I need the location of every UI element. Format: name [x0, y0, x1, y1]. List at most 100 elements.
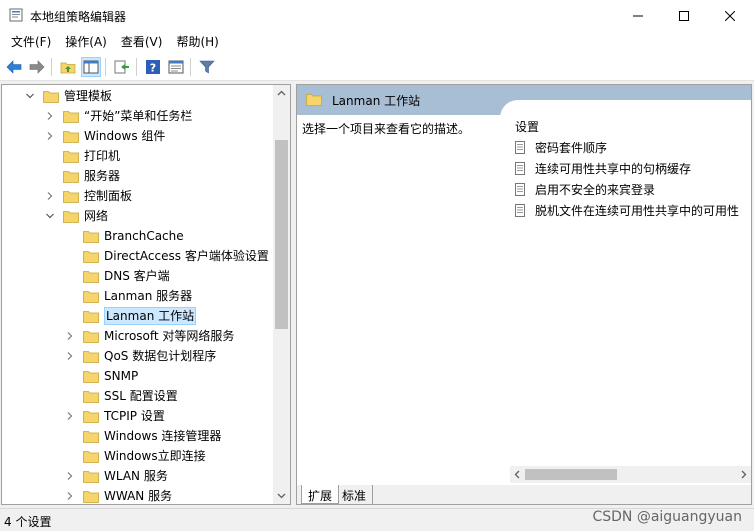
folder-icon: [83, 370, 99, 383]
detail-pane: Lanman 工作站 选择一个项目来查看它的描述。 设置 密码套件顺序 连续可用性…: [296, 84, 752, 505]
folder-icon: [83, 490, 99, 503]
chevron-right-icon[interactable]: [45, 111, 55, 121]
tree-item[interactable]: BranchCache: [2, 226, 274, 246]
tree-item[interactable]: Lanman 服务器: [2, 286, 274, 306]
tree-item[interactable]: 控制面板: [2, 186, 274, 206]
tree-item[interactable]: Lanman 工作站: [2, 306, 274, 326]
chevron-right-icon[interactable]: [65, 351, 75, 361]
folder-icon: [83, 470, 99, 483]
properties-button[interactable]: [166, 57, 186, 77]
tree-item[interactable]: Windows 连接管理器: [2, 426, 274, 446]
tree-item[interactable]: 网络: [2, 206, 274, 226]
export-list-button[interactable]: [112, 57, 132, 77]
tree-item-label: “开始”菜单和任务栏: [84, 109, 193, 123]
setting-row[interactable]: 脱机文件在连续可用性共享中的可用性: [515, 200, 739, 220]
title-bar: 本地组策略编辑器: [0, 0, 754, 31]
show-hide-tree-button[interactable]: [81, 57, 101, 77]
chevron-right-icon[interactable]: [45, 191, 55, 201]
maximize-button[interactable]: [661, 0, 707, 31]
tree-item[interactable]: “开始”菜单和任务栏: [2, 106, 274, 126]
up-folder-button[interactable]: [58, 57, 78, 77]
tree-item-label: Windows立即连接: [104, 449, 206, 463]
policy-editor-app-icon: [9, 8, 23, 22]
tree-item-label: SNMP: [104, 369, 139, 383]
tree-item-label: 网络: [84, 209, 109, 223]
folder-icon: [83, 290, 99, 303]
tree-item[interactable]: QoS 数据包计划程序: [2, 346, 274, 366]
folder-icon: [63, 210, 79, 223]
filter-button[interactable]: [197, 57, 217, 77]
tree-item[interactable]: Windows 组件: [2, 126, 274, 146]
scroll-right-arrow-icon[interactable]: [739, 470, 748, 479]
policy-setting-icon: [515, 140, 530, 154]
tree-item-label: Lanman 工作站: [104, 307, 197, 325]
folder-icon: [306, 94, 322, 106]
maximize-icon: [679, 10, 689, 21]
settings-horizontal-scrollbar[interactable]: [510, 466, 751, 483]
tree-item-label: WWAN 服务: [104, 489, 173, 503]
chevron-down-icon[interactable]: [45, 211, 55, 221]
tab-standard[interactable]: 标准: [336, 485, 374, 504]
scroll-left-arrow-icon[interactable]: [513, 470, 522, 479]
tree-item[interactable]: 打印机: [2, 146, 274, 166]
tree-item-label: DirectAccess 客户端体验设置: [104, 249, 269, 263]
setting-row[interactable]: 启用不安全的来宾登录: [515, 179, 655, 199]
menu-bar: 文件(F) 操作(A) 查看(V) 帮助(H): [0, 31, 754, 53]
chevron-down-icon[interactable]: [25, 91, 35, 101]
chevron-right-icon[interactable]: [65, 411, 75, 421]
tree-pane[interactable]: 管理模板 “开始”菜单和任务栏 Windows 组件打印机服务器控制面板网络 Bran…: [1, 84, 291, 505]
minimize-icon: [633, 15, 643, 16]
tree-item[interactable]: WWAN 服务: [2, 486, 274, 504]
folder-icon: [83, 230, 99, 243]
filter-icon: [199, 60, 215, 74]
close-button[interactable]: [707, 0, 753, 31]
menu-action[interactable]: 操作(A): [58, 31, 114, 53]
settings-scroll-thumb[interactable]: [525, 469, 617, 480]
tree-item[interactable]: TCPIP 设置: [2, 406, 274, 426]
tree-item[interactable]: Microsoft 对等网络服务: [2, 326, 274, 346]
setting-label: 密码套件顺序: [535, 140, 608, 155]
tree-item[interactable]: DNS 客户端: [2, 266, 274, 286]
setting-label: 脱机文件在连续可用性共享中的可用性: [535, 203, 740, 218]
forward-icon: [29, 60, 45, 74]
folder-icon: [83, 430, 99, 443]
tree-vertical-scrollbar[interactable]: [273, 85, 290, 504]
help-icon: ?: [146, 60, 160, 75]
setting-row[interactable]: 密码套件顺序: [515, 137, 607, 157]
tree-item-label: 服务器: [84, 169, 121, 183]
tree-item[interactable]: 服务器: [2, 166, 274, 186]
chevron-right-icon[interactable]: [65, 471, 75, 481]
tree-item[interactable]: SNMP: [2, 366, 274, 386]
tree-scroll-thumb[interactable]: [275, 140, 288, 329]
back-button[interactable]: [4, 57, 24, 77]
tree-item-label: 打印机: [84, 149, 121, 163]
toolbar: ?: [0, 53, 754, 81]
menu-help[interactable]: 帮助(H): [169, 31, 225, 53]
settings-column-header[interactable]: 设置: [515, 118, 539, 135]
tree-item[interactable]: SSL 配置设置: [2, 386, 274, 406]
forward-button[interactable]: [27, 57, 47, 77]
tab-extended[interactable]: 扩展: [301, 485, 340, 504]
properties-icon: [168, 60, 184, 74]
menu-view[interactable]: 查看(V): [114, 31, 170, 53]
help-button[interactable]: ?: [143, 57, 163, 77]
tree-item-label: Lanman 服务器: [104, 289, 193, 303]
folder-icon: [63, 170, 79, 183]
status-text: 4 个设置: [4, 515, 52, 529]
chevron-right-icon[interactable]: [65, 331, 75, 341]
tree-item[interactable]: 管理模板: [2, 86, 274, 106]
description-text: 选择一个项目来查看它的描述。: [302, 122, 471, 136]
chevron-right-icon[interactable]: [45, 131, 55, 141]
minimize-button[interactable]: [615, 0, 661, 31]
chevron-right-icon[interactable]: [65, 491, 75, 501]
folder-icon: [83, 350, 99, 363]
scroll-down-arrow-icon[interactable]: [277, 491, 286, 500]
tree-item[interactable]: DirectAccess 客户端体验设置: [2, 246, 274, 266]
menu-file[interactable]: 文件(F): [4, 31, 58, 53]
setting-row[interactable]: 连续可用性共享中的句柄缓存: [515, 158, 691, 178]
tree-item[interactable]: WLAN 服务: [2, 466, 274, 486]
folder-icon: [63, 110, 79, 123]
tree-item[interactable]: Windows立即连接: [2, 446, 274, 466]
tree-item-label: WLAN 服务: [104, 469, 168, 483]
scroll-up-arrow-icon[interactable]: [277, 89, 286, 98]
